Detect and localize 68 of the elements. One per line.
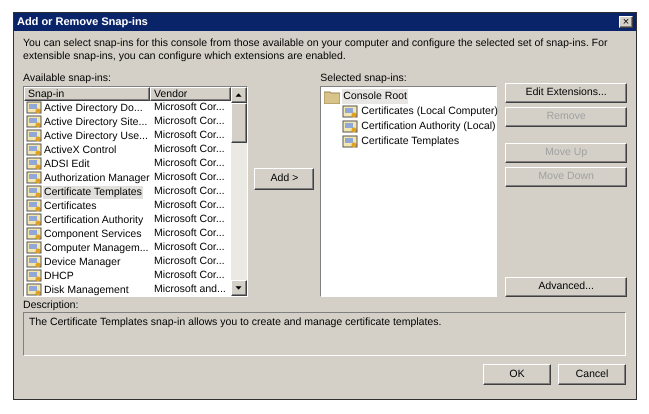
snap-in-name[interactable]: ActiveX Control <box>43 144 118 156</box>
snap-in-icon <box>26 269 42 283</box>
vendor-cell-text: Microsoft Cor... <box>153 170 225 186</box>
vendor-cell-text: Microsoft Cor... <box>153 268 225 284</box>
snap-in-icon <box>26 129 42 143</box>
side-button[interactable]: Edit Extensions... <box>505 83 627 103</box>
vendor-cell-text: Microsoft Cor... <box>153 212 225 228</box>
snap-in-name[interactable]: Device Manager <box>43 256 122 268</box>
snap-in-name[interactable]: Authorization Manager <box>43 172 151 184</box>
tree-item[interactable]: Certification Authority (Local) <box>360 119 497 134</box>
snap-in-icon <box>342 104 358 118</box>
snap-in-icon <box>342 120 358 134</box>
snap-in-icon <box>26 199 42 213</box>
snap-in-icon <box>26 101 42 115</box>
vendor-cell-text: Microsoft Cor... <box>153 240 225 256</box>
snap-in-name[interactable]: Certificates <box>43 200 98 212</box>
snap-in-name[interactable]: Active Directory Site... <box>43 116 148 128</box>
column-header[interactable]: Snap-in <box>24 87 150 101</box>
vendor-cell-text: Microsoft Cor... <box>153 114 225 130</box>
snap-in-icon <box>26 185 42 199</box>
tree-item[interactable]: Console Root <box>342 89 408 104</box>
vendor-cell-text: Microsoft Cor... <box>153 156 225 172</box>
vendor-cell-text: Microsoft Cor... <box>153 226 225 242</box>
vendor-cell-text: Microsoft and... <box>153 282 226 296</box>
snap-in-name[interactable]: Component Services <box>43 228 142 240</box>
vendor-cell-text: Microsoft Cor... <box>153 198 225 214</box>
snap-in-icon <box>26 115 42 129</box>
snap-in-name[interactable]: Disk Management <box>43 284 130 296</box>
column-header[interactable]: Vendor <box>150 87 232 101</box>
tree-item[interactable]: Certificate Templates <box>360 134 460 149</box>
scroll-down-icon[interactable] <box>231 280 248 296</box>
snap-in-name[interactable]: Certification Authority <box>43 214 144 226</box>
snap-in-icon <box>26 213 42 227</box>
snap-in-icon <box>26 283 42 296</box>
snap-in-icon <box>26 143 42 157</box>
side-button[interactable]: Advanced... <box>505 277 627 297</box>
add-button[interactable]: Add > <box>254 168 314 190</box>
vendor-cell-text: Microsoft Cor... <box>153 254 225 270</box>
scrollbar[interactable] <box>231 87 248 296</box>
scroll-up-icon[interactable] <box>231 87 248 103</box>
snap-in-icon <box>26 227 42 241</box>
snap-in-name[interactable]: Computer Managem... <box>43 242 150 254</box>
close-button[interactable]: × <box>619 16 633 28</box>
snap-in-name[interactable]: Active Directory Do... <box>43 102 144 114</box>
snap-in-name[interactable]: DHCP <box>43 270 75 282</box>
vendor-cell-text: Microsoft Cor... <box>153 100 225 116</box>
dialog-button[interactable]: OK <box>483 364 551 385</box>
vendor-cell-text: Microsoft Cor... <box>153 142 225 158</box>
snap-in-name[interactable]: ADSI Edit <box>43 158 91 170</box>
window-title: Add or Remove Snap-ins <box>17 14 148 30</box>
snap-in-name[interactable]: Active Directory Use... <box>43 130 149 142</box>
tree-item[interactable]: Certificates (Local Computer) <box>360 104 499 119</box>
intro-text: You can select snap-ins for this console from those available on your computer and configure the selected set of snap-ins. For extensible snap-ins, you can configure which extensions are enabled. <box>23 37 608 63</box>
snap-in-icon <box>26 157 42 171</box>
description-text: The Certificate Templates snap-in allows you to create and manage certificate templates. <box>29 316 442 328</box>
snap-in-icon <box>26 255 42 269</box>
snap-in-name[interactable]: Certificate Templates <box>43 186 143 198</box>
vendor-cell-text: Microsoft Cor... <box>153 184 225 200</box>
snap-in-icon <box>26 241 42 255</box>
list-label: Selected snap-ins: <box>320 72 408 85</box>
folder-icon <box>324 90 340 104</box>
list-label: Available snap-ins: <box>23 72 112 85</box>
description-label: Description: <box>23 299 80 312</box>
snap-in-icon <box>26 171 42 185</box>
scroll-thumb[interactable] <box>231 103 248 143</box>
dialog-button[interactable]: Cancel <box>558 364 626 385</box>
snap-in-icon <box>342 134 358 148</box>
vendor-cell-text: Microsoft Cor... <box>153 128 225 144</box>
